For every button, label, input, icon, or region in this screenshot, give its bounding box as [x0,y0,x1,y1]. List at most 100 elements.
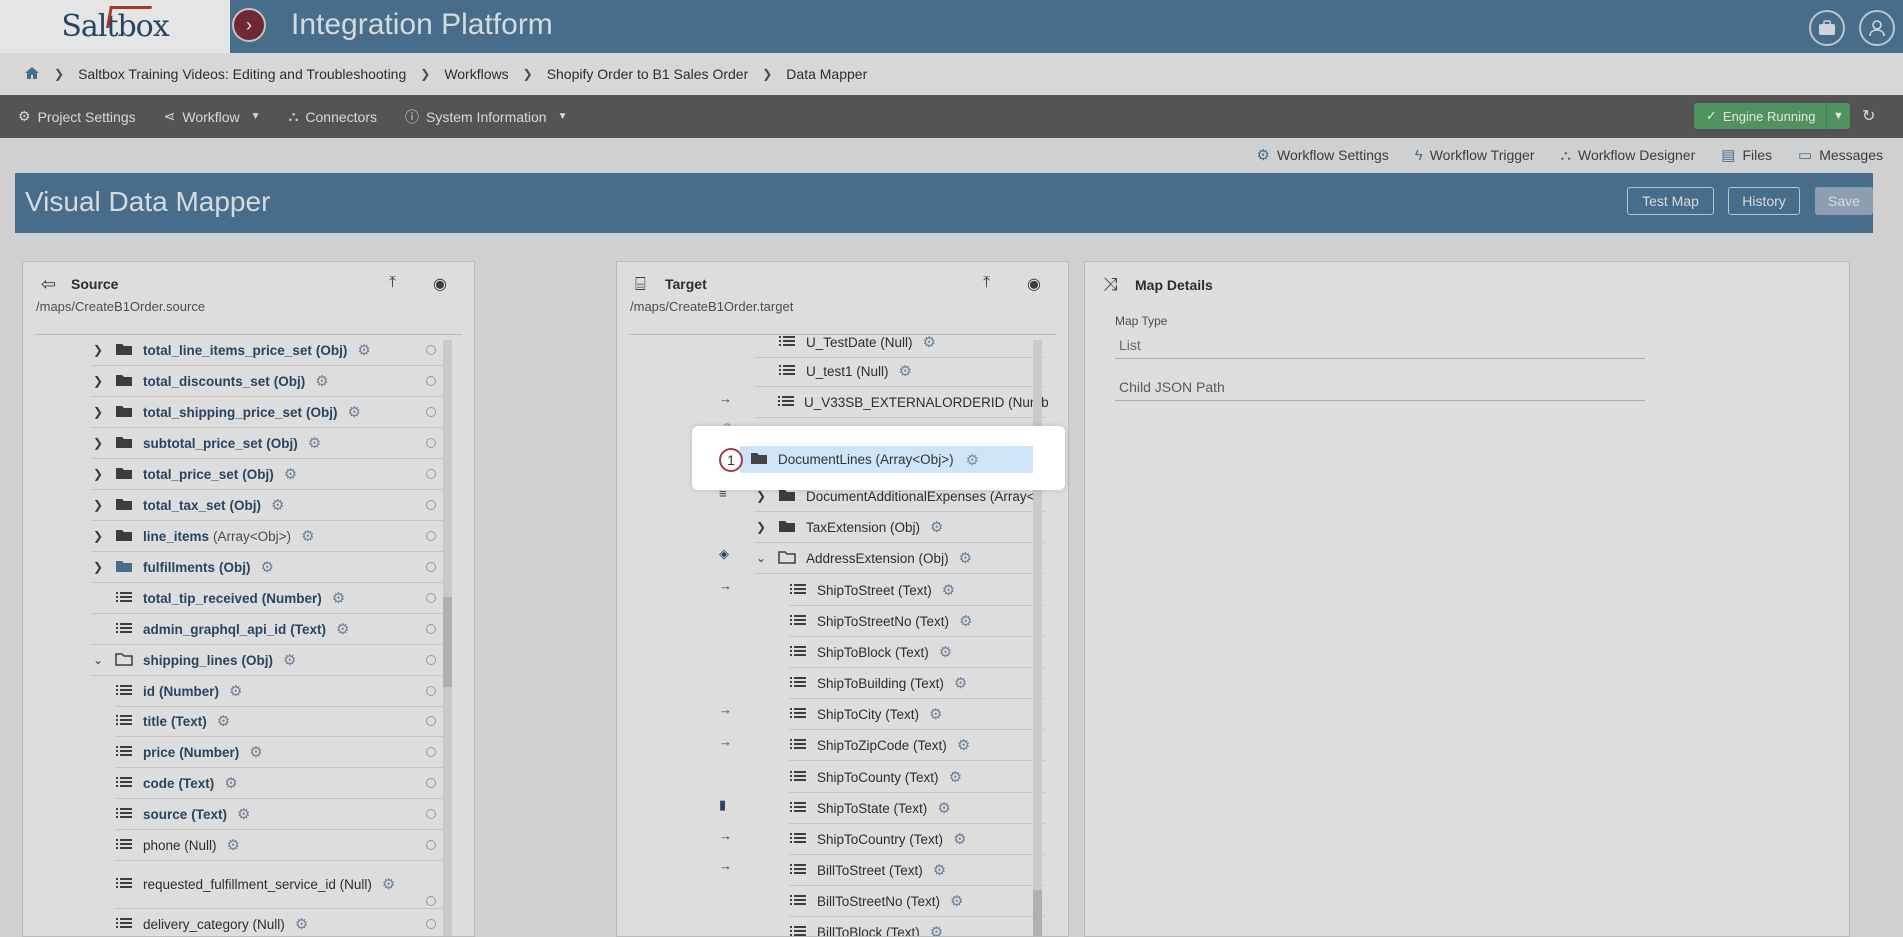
gear-icon[interactable]: ⚙ [295,915,308,933]
target-tree-row[interactable]: BillToStreetNo (Text) ⚙ [789,886,1045,917]
source-tree-row[interactable]: ❯ total_tax_set (Obj) ⚙ [91,490,448,521]
chevron-down-icon[interactable]: ⌄ [754,551,768,565]
source-tree-row[interactable]: admin_graphql_api_id (Text) ⚙ [91,614,448,645]
source-tree-row[interactable]: ❯ total_discounts_set (Obj) ⚙ [91,366,448,397]
workflow-menu[interactable]: ⋖ Workflow ▼ [164,108,261,125]
files-link[interactable]: ▤ Files [1721,146,1772,164]
breadcrumb-item[interactable]: Workflows [444,66,508,82]
breadcrumb-item[interactable]: Shopify Order to B1 Sales Order [547,66,749,82]
gear-icon[interactable]: ⚙ [939,643,952,661]
source-tree-row[interactable]: total_tip_received (Number) ⚙ [91,583,448,614]
upload-icon[interactable]: ⤒ [983,274,990,292]
source-tree-row[interactable]: title (Text) ⚙ [115,706,448,737]
chevron-right-icon[interactable]: › [232,8,266,42]
highlighted-tree-row[interactable]: ❯ DocumentLines (Array<Obj>) ⚙ [722,446,1033,473]
gear-icon[interactable]: ⚙ [933,861,946,879]
map-radio[interactable] [426,840,436,850]
target-tree-row[interactable]: ShipToCountry (Text) ⚙ [789,824,1045,855]
gear-icon[interactable]: ⚙ [950,892,963,910]
breadcrumb-item[interactable]: Saltbox Training Videos: Editing and Tro… [78,66,406,82]
gear-icon[interactable]: ⚙ [357,341,370,359]
chevron-right-icon[interactable]: ❯ [754,520,768,534]
eye-icon[interactable]: ◉ [1027,274,1041,294]
engine-status-button[interactable]: ✓ Engine Running ▼ [1694,103,1850,129]
chevron-right-icon[interactable]: ❯ [91,560,105,574]
chevron-down-icon[interactable]: ⌄ [91,653,105,667]
upload-icon[interactable]: ⤒ [389,274,396,292]
gear-icon[interactable]: ⚙ [315,372,328,390]
source-tree-row[interactable]: delivery_category (Null) ⚙ [115,909,448,936]
source-tree-row[interactable]: price (Number) ⚙ [115,737,448,768]
source-tree-row[interactable]: ❯ total_line_items_price_set (Obj) ⚙ [91,335,448,366]
chevron-right-icon[interactable]: ❯ [91,467,105,481]
gear-icon[interactable]: ⚙ [227,836,240,854]
system-information-menu[interactable]: ⓘ System Information ▼ [405,107,568,127]
map-radio[interactable] [426,896,436,906]
refresh-icon[interactable]: ↻ [1862,106,1875,126]
target-tree-row[interactable]: ShipToBlock (Text) ⚙ [789,637,1045,668]
child-json-path-field[interactable]: Child JSON Path [1115,373,1645,401]
gear-icon[interactable]: ⚙ [923,335,936,351]
gear-icon[interactable]: ⚙ [284,465,297,483]
source-tree-row[interactable]: requested_fulfillment_service_id (Null) ⚙ [115,860,448,909]
target-tree-row[interactable]: ShipToBuilding (Text) ⚙ [789,668,1045,699]
workflow-designer-link[interactable]: ⛬ Workflow Designer [1561,146,1696,164]
map-radio[interactable] [426,747,436,757]
source-tree-row[interactable]: ❯ line_items (Array<Obj>) ⚙ [91,521,448,552]
briefcase-icon[interactable] [1809,10,1845,46]
chevron-right-icon[interactable]: ❯ [91,436,105,450]
map-radio[interactable] [426,716,436,726]
map-radio[interactable] [426,655,436,665]
target-tree-row[interactable]: ShipToStreetNo (Text) ⚙ [789,606,1045,637]
target-tree-row[interactable]: ShipToCity (Text) ⚙ [789,699,1045,730]
eye-icon[interactable]: ◉ [433,274,447,294]
target-tree-row[interactable]: ⌄ AddressExtension (Obj) ⚙ [754,543,1045,574]
chevron-right-icon[interactable]: ❯ [91,498,105,512]
map-radio[interactable] [426,531,436,541]
gear-icon[interactable]: ⚙ [301,527,314,545]
map-radio[interactable] [426,809,436,819]
map-radio[interactable] [426,686,436,696]
source-tree-row[interactable]: ❯ total_price_set (Obj) ⚙ [91,459,448,490]
gear-icon[interactable]: ⚙ [966,451,979,469]
source-tree-row[interactable]: source (Text) ⚙ [115,799,448,830]
source-tree-row[interactable]: code (Text) ⚙ [115,768,448,799]
chevron-right-icon[interactable]: ❯ [91,343,105,357]
map-radio[interactable] [426,407,436,417]
gear-icon[interactable]: ⚙ [930,923,943,936]
map-radio[interactable] [426,345,436,355]
map-radio[interactable] [426,376,436,386]
logo[interactable]: Saltbox [0,0,230,53]
source-scrollbar[interactable] [443,340,452,936]
map-radio[interactable] [426,593,436,603]
messages-link[interactable]: ▭ Messages [1798,146,1883,164]
gear-icon[interactable]: ⚙ [382,875,395,893]
gear-icon[interactable]: ⚙ [348,403,361,421]
target-tree-row[interactable]: ShipToStreet (Text) ⚙ [789,575,1045,606]
target-tree-row[interactable]: U_TestDate (Null) ⚙ [754,335,1045,358]
gear-icon[interactable]: ⚙ [308,434,321,452]
map-radio[interactable] [426,624,436,634]
map-radio[interactable] [426,778,436,788]
map-radio[interactable] [426,562,436,572]
gear-icon[interactable]: ⚙ [283,651,296,669]
gear-icon[interactable]: ⚙ [217,712,230,730]
gear-icon[interactable]: ⚙ [957,736,970,754]
test-map-button[interactable]: Test Map [1627,187,1714,215]
gear-icon[interactable]: ⚙ [332,589,345,607]
gear-icon[interactable]: ⚙ [953,830,966,848]
gear-icon[interactable]: ⚙ [224,774,237,792]
target-tree-row[interactable]: BillToStreet (Text) ⚙ [789,855,1045,886]
target-tree-row[interactable]: U_V33SB_EXTERNALORDERID (Numb [754,387,1049,418]
chevron-right-icon[interactable]: ❯ [91,405,105,419]
source-tree-row[interactable]: ⌄ shipping_lines (Obj) ⚙ [91,645,448,676]
history-button[interactable]: History [1728,187,1800,215]
gear-icon[interactable]: ⚙ [959,549,972,567]
workflow-trigger-link[interactable]: ϟ Workflow Trigger [1415,146,1535,164]
gear-icon[interactable]: ⚙ [899,362,912,380]
gear-icon[interactable]: ⚙ [237,805,250,823]
source-tree-row[interactable]: id (Number) ⚙ [115,676,448,707]
workflow-settings-link[interactable]: ⚙ Workflow Settings [1257,146,1389,164]
project-settings-menu[interactable]: ⚙ Project Settings [18,108,136,125]
map-radio[interactable] [426,438,436,448]
